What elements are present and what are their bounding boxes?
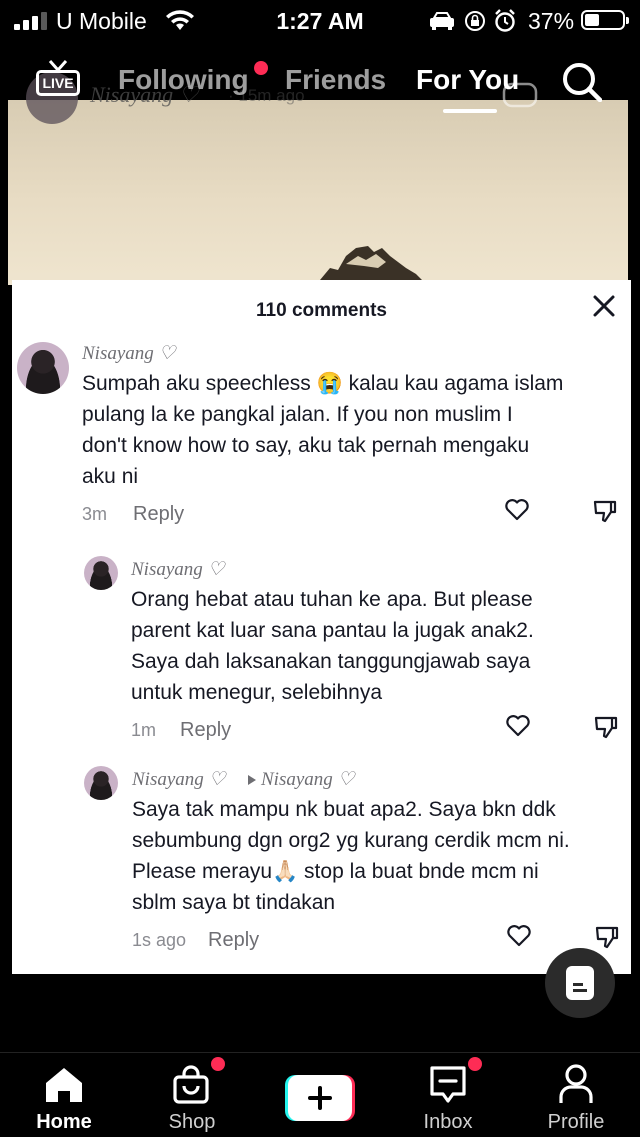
heart-icon[interactable] (504, 498, 530, 522)
home-icon (46, 1068, 82, 1102)
heart-icon[interactable] (506, 924, 532, 948)
reply-button[interactable]: Reply (208, 929, 259, 952)
floating-note-button[interactable] (545, 948, 615, 1018)
tab-friends[interactable]: Friends (285, 64, 386, 96)
alarm-icon (495, 9, 515, 32)
comments-sheet: 110 comments Nisayang ♡ Sumpah aku speec… (12, 280, 631, 974)
following-badge (254, 61, 268, 75)
close-icon[interactable] (592, 294, 616, 318)
status-bar: U Mobile 1:27 AM 37% (0, 0, 640, 42)
comment-reply-item: Nisayang ♡ Nisayang ♡ Saya tak mampu nk … (12, 764, 631, 954)
comment-time: 3m (82, 504, 108, 524)
dislike-icon[interactable] (594, 924, 620, 950)
reply-button[interactable]: Reply (180, 719, 231, 742)
dislike-icon[interactable] (592, 498, 618, 524)
avatar[interactable] (84, 766, 118, 800)
bottom-tab-bar: Home Shop Inbox Profile (0, 1052, 640, 1137)
tab-profile-label: Profile (547, 1111, 605, 1133)
comment-text: Orang hebat atau tuhan ke apa. But pleas… (131, 588, 534, 704)
rock-image (320, 246, 422, 280)
reply-arrow-icon (248, 775, 256, 785)
comment-reply-item: Nisayang ♡ Orang hebat atau tuhan ke apa… (12, 554, 631, 744)
heart-icon[interactable] (505, 714, 531, 738)
search-icon[interactable] (562, 62, 602, 102)
create-button[interactable] (285, 1075, 355, 1121)
lock-rotation-icon (465, 11, 485, 31)
avatar[interactable] (84, 556, 118, 590)
tab-following[interactable]: Following (118, 64, 249, 96)
comment-username[interactable]: Nisayang ♡ (132, 768, 226, 791)
inbox-badge (468, 1057, 482, 1071)
dislike-icon[interactable] (593, 714, 619, 740)
video-overlay-icon (502, 82, 538, 108)
tab-shop-label: Shop (168, 1111, 216, 1133)
tab-inbox[interactable]: Inbox (393, 1053, 503, 1137)
battery-icon (581, 10, 629, 30)
car-icon (430, 12, 454, 30)
note-icon (566, 966, 594, 1000)
comment-item: Nisayang ♡ Sumpah aku speechless 😭 kalau… (12, 338, 631, 528)
create-plus-icon (285, 1075, 355, 1121)
shop-badge (211, 1057, 225, 1071)
avatar[interactable] (17, 342, 69, 394)
shop-bag-icon (173, 1065, 209, 1104)
battery-percent: 37% (528, 8, 575, 34)
comment-time: 1m (131, 720, 157, 740)
tab-home-label: Home (36, 1111, 92, 1133)
comment-time: 1s ago (132, 930, 187, 950)
reply-to-username[interactable]: Nisayang ♡ (261, 768, 355, 791)
tab-profile[interactable]: Profile (521, 1053, 631, 1137)
active-tab-indicator (443, 109, 497, 113)
live-label: LIVE (36, 70, 80, 96)
comment-username[interactable]: Nisayang ♡ (131, 558, 225, 581)
tab-inbox-label: Inbox (423, 1111, 473, 1133)
tab-home[interactable]: Home (9, 1053, 119, 1137)
comment-text: Saya tak mampu nk buat apa2. Saya bkn dd… (132, 798, 570, 914)
profile-icon (559, 1064, 593, 1103)
live-button[interactable]: LIVE (36, 60, 80, 96)
tab-shop[interactable]: Shop (137, 1053, 247, 1137)
comment-text: Sumpah aku speechless 😭 kalau kau agama … (82, 372, 564, 488)
inbox-icon (430, 1066, 466, 1103)
comments-count-title: 110 comments (256, 300, 387, 321)
reply-button[interactable]: Reply (133, 503, 184, 526)
comment-username[interactable]: Nisayang ♡ (82, 342, 176, 365)
